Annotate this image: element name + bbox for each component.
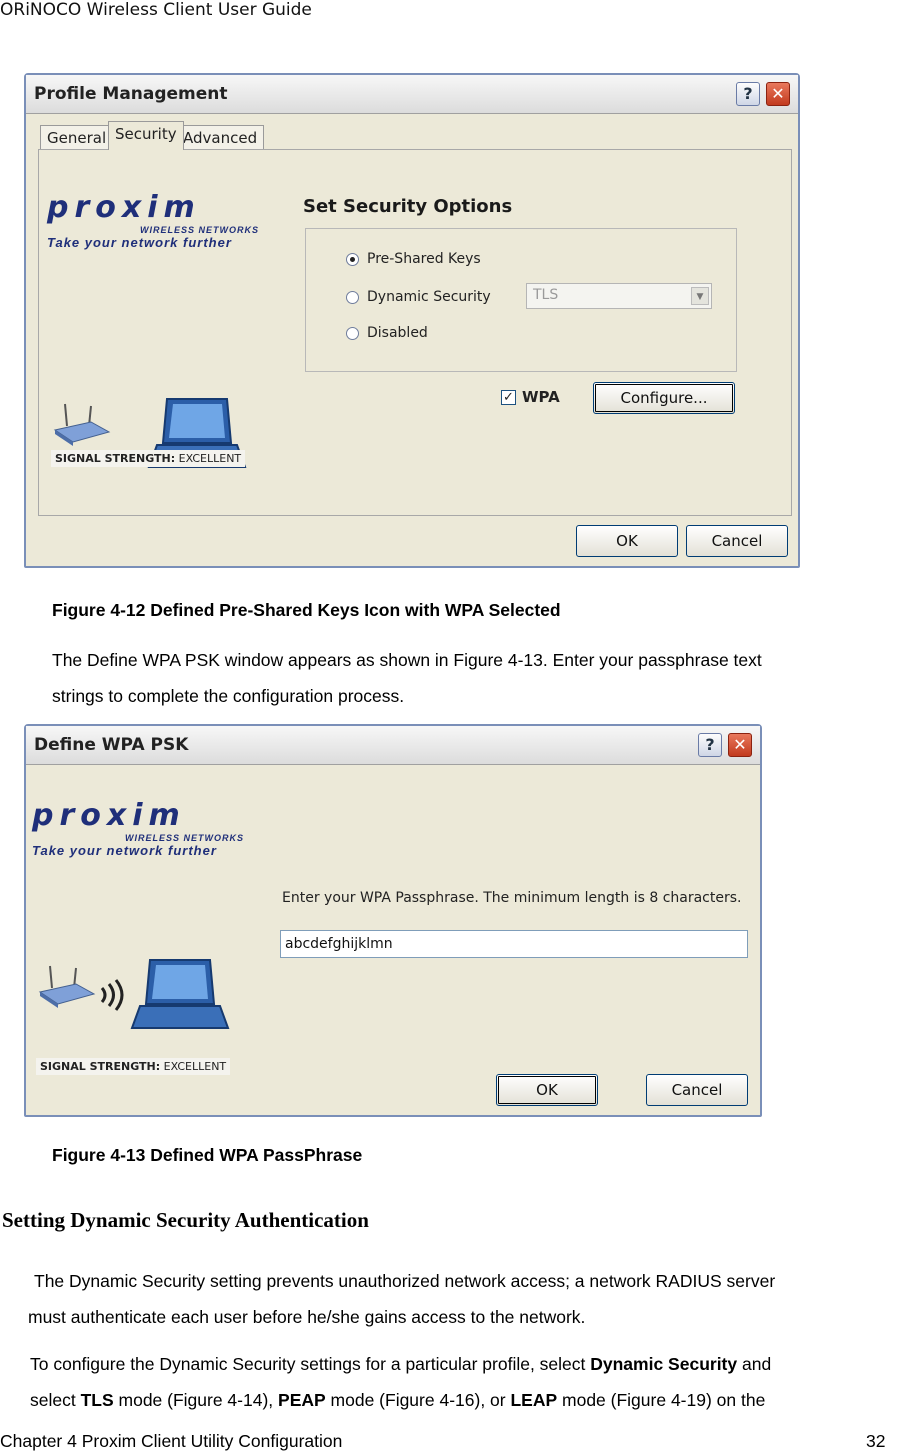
- radio-dynamic-security[interactable]: [346, 290, 359, 304]
- define-wpa-psk-window: Define WPA PSK ? ✕ proxim WIRELESS NETWO…: [24, 724, 762, 1117]
- title-bar: Profile Management ? ✕: [26, 75, 798, 114]
- security-options-group: Pre-Shared Keys Dynamic Security TLS ▼ D…: [305, 228, 737, 372]
- chevron-down-icon[interactable]: ▼: [691, 287, 709, 305]
- laptop-icon: [130, 959, 230, 1029]
- leap-term: LEAP: [510, 1390, 558, 1410]
- dynamic-security-mode-select[interactable]: TLS ▼: [526, 283, 712, 309]
- wpa-label: WPA: [522, 388, 560, 406]
- peap-term: PEAP: [278, 1390, 326, 1410]
- signal-value: EXCELLENT: [163, 1060, 227, 1073]
- paragraph-define-wpa-psk: The Define WPA PSK window appears as sho…: [52, 642, 762, 714]
- help-button[interactable]: ?: [736, 82, 760, 106]
- figure-4-13-caption: Figure 4-13 Defined WPA PassPhrase: [52, 1145, 363, 1165]
- signal-label: SIGNAL STRENGTH:: [55, 452, 176, 465]
- close-button[interactable]: ✕: [728, 733, 752, 757]
- logo-subtitle: WIRELESS NETWORKS: [139, 225, 259, 235]
- proxim-logo: proxim WIRELESS NETWORKS Take your netwo…: [32, 798, 244, 858]
- access-point-icon: [53, 403, 111, 446]
- ok-button[interactable]: OK: [576, 525, 678, 557]
- footer-page-number: 32: [866, 1431, 886, 1451]
- document-header: ORiNOCO Wireless Client User Guide: [0, 0, 312, 20]
- tls-term: TLS: [80, 1390, 114, 1410]
- title-bar: Define WPA PSK ? ✕: [26, 726, 760, 765]
- passphrase-prompt: Enter your WPA Passphrase. The minimum l…: [282, 890, 742, 906]
- logo-subtitle: WIRELESS NETWORKS: [124, 833, 244, 843]
- select-value: TLS: [533, 287, 559, 303]
- logo-tagline: Take your network further: [47, 235, 232, 250]
- wireless-signal-icon: [100, 979, 124, 1011]
- tab-general[interactable]: General: [40, 125, 114, 149]
- profile-management-window: Profile Management ? ✕ General Security …: [24, 73, 800, 568]
- radio-pre-shared-keys[interactable]: [346, 252, 359, 266]
- logo-wordmark: proxim: [32, 798, 186, 833]
- tab-security[interactable]: Security: [108, 121, 184, 150]
- text-run: To configure the Dynamic Security settin…: [30, 1354, 591, 1374]
- text-run: mode (Figure 4-19) on the: [557, 1390, 766, 1410]
- signal-value: EXCELLENT: [178, 452, 242, 465]
- cancel-button[interactable]: Cancel: [686, 525, 788, 557]
- paragraph-line: The Dynamic Security setting prevents un…: [34, 1271, 776, 1291]
- logo-tagline: Take your network further: [32, 843, 217, 858]
- radio-disabled[interactable]: [346, 326, 359, 340]
- paragraph-line: must authenticate each user before he/sh…: [28, 1307, 586, 1327]
- help-button[interactable]: ?: [698, 733, 722, 757]
- signal-label: SIGNAL STRENGTH:: [40, 1060, 161, 1073]
- security-tab-panel: proxim WIRELESS NETWORKS Take your netwo…: [38, 149, 792, 516]
- option-dynamic-security[interactable]: Dynamic Security: [346, 289, 491, 305]
- paragraph-configure-dynamic-security: To configure the Dynamic Security settin…: [28, 1346, 900, 1418]
- paragraph-line: strings to complete the configuration pr…: [52, 686, 405, 706]
- paragraph-dynamic-security: The Dynamic Security setting prevents un…: [28, 1263, 900, 1335]
- option-pre-shared-keys[interactable]: Pre-Shared Keys: [346, 251, 481, 267]
- text-run: select: [30, 1390, 81, 1410]
- text-run: and: [737, 1354, 772, 1374]
- section-heading: Setting Dynamic Security Authentication: [2, 1208, 369, 1232]
- tab-advanced[interactable]: Advanced: [176, 125, 265, 149]
- window-title: Profile Management: [34, 84, 228, 104]
- text-run: mode (Figure 4-16), or: [325, 1390, 511, 1410]
- passphrase-input[interactable]: [280, 930, 748, 958]
- paragraph-line: To configure the Dynamic Security settin…: [28, 1346, 900, 1382]
- ok-button[interactable]: OK: [496, 1074, 598, 1106]
- option-label: Pre-Shared Keys: [367, 251, 481, 267]
- option-label: Dynamic Security: [367, 289, 491, 305]
- paragraph-line: The Define WPA PSK window appears as sho…: [52, 650, 762, 670]
- close-button[interactable]: ✕: [766, 82, 790, 106]
- cancel-button[interactable]: Cancel: [646, 1074, 748, 1106]
- window-title: Define WPA PSK: [34, 735, 189, 755]
- option-disabled[interactable]: Disabled: [346, 325, 428, 341]
- figure-4-12-caption: Figure 4-12 Defined Pre-Shared Keys Icon…: [52, 600, 561, 620]
- option-label: Disabled: [367, 325, 428, 341]
- configure-button[interactable]: Configure...: [593, 382, 735, 414]
- logo-wordmark: proxim: [47, 190, 201, 225]
- wpa-checkbox[interactable]: ✓: [501, 390, 516, 405]
- dynamic-security-term: Dynamic Security: [590, 1354, 738, 1374]
- access-point-icon: [38, 965, 96, 1008]
- paragraph-line: select TLS mode (Figure 4-14), PEAP mode…: [28, 1382, 900, 1418]
- security-options-heading: Set Security Options: [303, 196, 513, 217]
- proxim-logo: proxim WIRELESS NETWORKS Take your netwo…: [47, 190, 259, 250]
- text-run: mode (Figure 4-14),: [113, 1390, 279, 1410]
- signal-strength: SIGNAL STRENGTH: EXCELLENT: [51, 450, 246, 467]
- footer-chapter: Chapter 4 Proxim Client Utility Configur…: [0, 1431, 343, 1451]
- signal-strength: SIGNAL STRENGTH: EXCELLENT: [36, 1058, 231, 1075]
- wpa-checkbox-row[interactable]: ✓ WPA: [501, 388, 560, 406]
